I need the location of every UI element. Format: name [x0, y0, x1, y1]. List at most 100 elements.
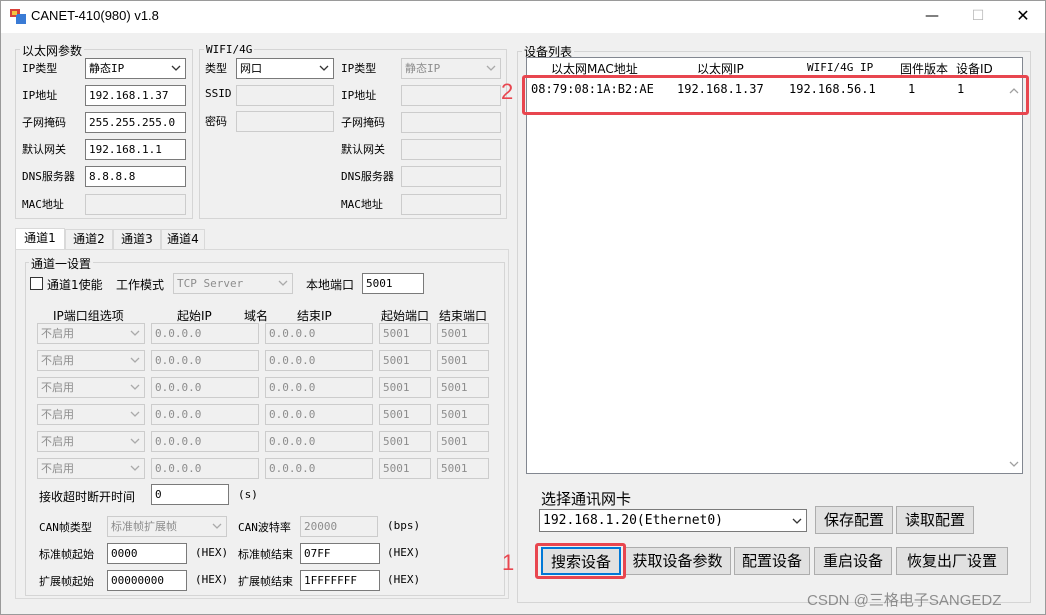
can-baud-field[interactable]: 20000 [300, 516, 378, 537]
configure-device-button[interactable]: 配置设备 [734, 547, 810, 575]
eth-mask-field[interactable]: 255.255.255.0 [85, 112, 186, 133]
tab-channel-4[interactable]: 通道4 [161, 229, 205, 249]
start-port-field[interactable]: 5001 [379, 404, 431, 425]
tab-channel-2[interactable]: 通道2 [65, 229, 113, 249]
eth-ip-type-value: 静态IP [89, 62, 125, 75]
get-device-params-button[interactable]: 获取设备参数 [624, 547, 731, 575]
wifi-password-field[interactable] [236, 111, 334, 132]
tab-channel-1[interactable]: 通道1 [15, 228, 65, 250]
can-frame-type-select[interactable]: 标准帧扩展帧 [107, 516, 227, 537]
eth-ip-type-select[interactable]: 静态IP [85, 58, 186, 79]
ip-group-option-select[interactable]: 不启用 [37, 323, 145, 344]
wifi-mac-field[interactable] [401, 194, 501, 215]
ext-frame-end-label: 扩展帧结束 [238, 575, 293, 588]
wifi-dns-field[interactable] [401, 166, 501, 187]
maximize-button[interactable]: ☐ [955, 1, 1001, 31]
ip-group-option-select[interactable]: 不启用 [37, 431, 145, 452]
scroll-down-icon[interactable] [1008, 458, 1020, 470]
work-mode-select[interactable]: TCP Server [173, 273, 293, 294]
start-ip-field[interactable]: 0.0.0.0 [151, 350, 259, 371]
end-ip-field[interactable]: 0.0.0.0 [265, 458, 373, 479]
end-port-field[interactable]: 5001 [437, 377, 489, 398]
end-port-field[interactable]: 5001 [437, 404, 489, 425]
close-button[interactable]: ✕ [1000, 1, 1046, 31]
ip-group-option-select[interactable]: 不启用 [37, 350, 145, 371]
col-domain-header: 域名 [244, 309, 269, 323]
save-config-button[interactable]: 保存配置 [815, 506, 893, 534]
chevron-down-icon [171, 65, 181, 71]
chevron-down-icon [319, 65, 329, 71]
start-port-field[interactable]: 5001 [379, 431, 431, 452]
channel-enable-checkbox[interactable] [30, 277, 43, 290]
wifi-ip-field[interactable] [401, 85, 501, 106]
hex-unit-label: (HEX) [387, 573, 421, 586]
start-port-field[interactable]: 5001 [379, 350, 431, 371]
start-port-field[interactable]: 5001 [379, 377, 431, 398]
read-config-button[interactable]: 读取配置 [896, 506, 974, 534]
start-ip-field[interactable]: 0.0.0.0 [151, 323, 259, 344]
eth-mac-label: MAC地址 [22, 198, 64, 211]
wifi-ssid-field[interactable] [236, 85, 334, 106]
factory-reset-button[interactable]: 恢复出厂设置 [896, 547, 1008, 575]
col-end-ip-header: 结束IP [297, 309, 332, 323]
std-frame-start-label: 标准帧起始 [39, 548, 94, 561]
nic-select[interactable]: 192.168.1.20(Ethernet0) [539, 509, 807, 532]
work-mode-value: TCP Server [177, 277, 244, 290]
end-ip-field[interactable]: 0.0.0.0 [265, 377, 373, 398]
end-ip-field[interactable]: 0.0.0.0 [265, 431, 373, 452]
end-port-field[interactable]: 5001 [437, 323, 489, 344]
chevron-down-icon [130, 357, 140, 363]
wifi-mask-field[interactable] [401, 112, 501, 133]
eth-mac-field[interactable] [85, 194, 186, 215]
app-window: CANET-410(980) v1.8 — ☐ ✕ 以太网参数 IP类型 静态I… [0, 0, 1046, 615]
start-ip-field[interactable]: 0.0.0.0 [151, 458, 259, 479]
wifi-mask-label: 子网掩码 [341, 116, 385, 129]
channel-settings-label: 通道一设置 [29, 255, 94, 272]
ext-frame-start-label: 扩展帧起始 [39, 575, 94, 588]
end-port-field[interactable]: 5001 [437, 350, 489, 371]
ip-group-option-select[interactable]: 不启用 [37, 404, 145, 425]
eth-gateway-label: 默认网关 [22, 143, 66, 156]
can-frame-type-value: 标准帧扩展帧 [111, 520, 177, 533]
restart-device-button[interactable]: 重启设备 [814, 547, 892, 575]
wifi-gateway-field[interactable] [401, 139, 501, 160]
wifi-ip-label: IP地址 [341, 89, 377, 102]
end-ip-field[interactable]: 0.0.0.0 [265, 323, 373, 344]
wifi-type-select[interactable]: 网口 [236, 58, 334, 79]
ip-group-option-select[interactable]: 不启用 [37, 377, 145, 398]
start-ip-field[interactable]: 0.0.0.0 [151, 404, 259, 425]
annotation-marker-2: 2 [501, 79, 514, 104]
eth-mask-label: 子网掩码 [22, 116, 66, 129]
end-ip-field[interactable]: 0.0.0.0 [265, 350, 373, 371]
end-port-field[interactable]: 5001 [437, 458, 489, 479]
device-list-view[interactable] [526, 57, 1023, 474]
eth-ip-field[interactable]: 192.168.1.37 [85, 85, 186, 106]
highlight-search-button [535, 543, 626, 579]
start-port-field[interactable]: 5001 [379, 323, 431, 344]
minimize-button[interactable]: — [909, 1, 955, 31]
chevron-down-icon [212, 523, 222, 529]
wifi-type-label: 类型 [205, 62, 227, 75]
end-port-field[interactable]: 5001 [437, 431, 489, 452]
eth-ip-type-label: IP类型 [22, 62, 58, 75]
local-port-field[interactable]: 5001 [362, 273, 424, 294]
tab-channel-3[interactable]: 通道3 [113, 229, 161, 249]
start-ip-field[interactable]: 0.0.0.0 [151, 431, 259, 452]
wifi-ip-type-value: 静态IP [405, 62, 441, 75]
wifi-ip-type-select[interactable]: 静态IP [401, 58, 501, 79]
end-ip-field[interactable]: 0.0.0.0 [265, 404, 373, 425]
ip-group-option-select[interactable]: 不启用 [37, 458, 145, 479]
start-ip-field[interactable]: 0.0.0.0 [151, 377, 259, 398]
std-frame-start-field[interactable]: 0000 [107, 543, 187, 564]
window-title: CANET-410(980) v1.8 [31, 8, 159, 23]
col-start-port-header: 起始端口 [381, 309, 430, 323]
eth-dns-field[interactable]: 8.8.8.8 [85, 166, 186, 187]
timeout-field[interactable]: 0 [151, 484, 229, 505]
eth-gateway-field[interactable]: 192.168.1.1 [85, 139, 186, 160]
ext-frame-end-field[interactable]: 1FFFFFFF [300, 570, 380, 591]
start-port-field[interactable]: 5001 [379, 458, 431, 479]
title-bar: CANET-410(980) v1.8 — ☐ ✕ [1, 1, 1045, 33]
chevron-down-icon [130, 411, 140, 417]
ext-frame-start-field[interactable]: 00000000 [107, 570, 187, 591]
std-frame-end-field[interactable]: 07FF [300, 543, 380, 564]
